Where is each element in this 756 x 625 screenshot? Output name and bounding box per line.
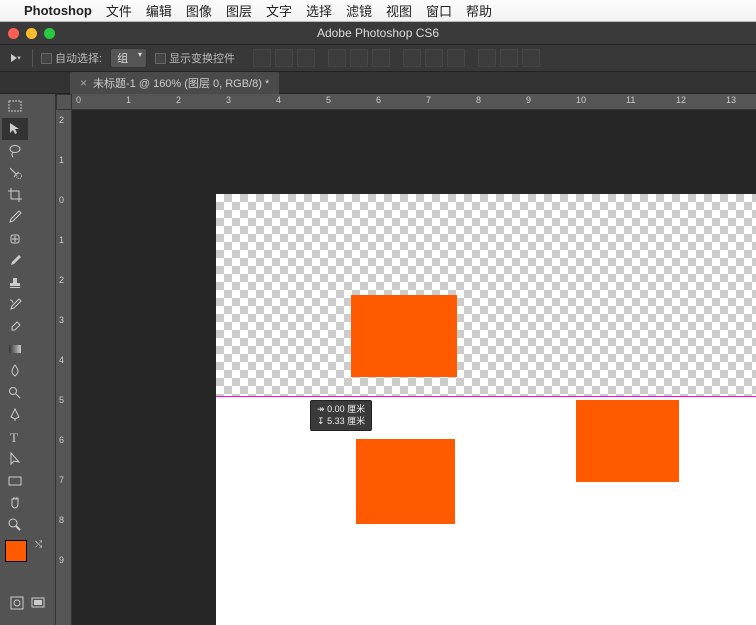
menu-edit[interactable]: 编辑 [146,1,172,20]
menu-window[interactable]: 窗口 [426,1,452,20]
svg-text:T: T [10,430,18,445]
document-tab[interactable]: × 未标题-1 @ 160% (图层 0, RGB/8) * [70,72,279,94]
distribute-vcenter-icon[interactable] [425,49,443,67]
lasso-tool-icon[interactable] [2,140,28,162]
dodge-tool-icon[interactable] [2,382,28,404]
move-tool-icon[interactable]: ▾ [8,50,24,66]
color-swatches[interactable]: ⤭ [5,540,53,580]
window-titlebar: Adobe Photoshop CS6 [0,22,756,44]
distribute-top-icon[interactable] [403,49,421,67]
gradient-tool-icon[interactable] [2,338,28,360]
transparency-layer [216,194,756,396]
shape-rect-1[interactable] [351,295,457,377]
horizontal-ruler[interactable]: 0 1 2 3 4 5 6 7 8 9 10 11 12 13 [72,94,756,110]
document-tab-bar: × 未标题-1 @ 160% (图层 0, RGB/8) * [0,72,756,94]
distribute-left-icon[interactable] [478,49,496,67]
menu-layer[interactable]: 图层 [226,1,252,20]
history-brush-tool-icon[interactable] [2,294,28,316]
foreground-swatch[interactable] [5,540,27,562]
align-distribute-group [253,49,540,67]
transform-info-tooltip: ↠ 0.00 厘米 ↧ 5.33 厘米 [310,400,372,431]
eyedropper-tool-icon[interactable] [2,206,28,228]
distribute-bottom-icon[interactable] [447,49,465,67]
swap-colors-icon[interactable]: ⤭ [35,539,42,550]
auto-select-type-select[interactable]: 组 [110,48,147,68]
vertical-ruler[interactable]: 2 1 0 1 2 3 4 5 6 7 8 9 [56,110,72,625]
menu-image[interactable]: 图像 [186,1,212,20]
quick-select-tool-icon[interactable] [2,162,28,184]
eraser-tool-icon[interactable] [2,316,28,338]
align-bottom-icon[interactable] [297,49,315,67]
stamp-tool-icon[interactable] [2,272,28,294]
align-hcenter-icon[interactable] [350,49,368,67]
screen-mode-icon[interactable] [28,594,50,612]
options-bar: ▾ 自动选择: 组 显示变换控件 [0,44,756,72]
menu-file[interactable]: 文件 [106,1,132,20]
window-title: Adobe Photoshop CS6 [317,26,439,40]
menu-help[interactable]: 帮助 [466,1,492,20]
zoom-tool-icon[interactable] [2,514,28,536]
brush-tool-icon[interactable] [2,250,28,272]
menu-type[interactable]: 文字 [266,1,292,20]
horizontal-guide[interactable] [216,396,756,397]
ruler-origin[interactable] [56,94,72,110]
blur-tool-icon[interactable] [2,360,28,382]
marquee-tool-icon[interactable] [2,96,28,118]
distribute-right-icon[interactable] [522,49,540,67]
quick-mask-icon[interactable] [6,594,28,612]
document-canvas[interactable] [216,194,756,625]
hand-tool-icon[interactable] [2,492,28,514]
shape-rect-3[interactable] [576,400,679,482]
menu-filter[interactable]: 滤镜 [346,1,372,20]
path-select-tool-icon[interactable] [2,448,28,470]
crop-tool-icon[interactable] [2,184,28,206]
distribute-hcenter-icon[interactable] [500,49,518,67]
toolbox: T ⤭ [0,94,56,625]
move-tool-icon[interactable] [2,118,28,140]
shape-rect-2[interactable] [356,439,455,524]
minimize-window-button[interactable] [26,28,37,39]
align-top-icon[interactable] [253,49,271,67]
menu-select[interactable]: 选择 [306,1,332,20]
close-window-button[interactable] [8,28,19,39]
app-name[interactable]: Photoshop [24,3,92,18]
align-left-icon[interactable] [328,49,346,67]
align-vcenter-icon[interactable] [275,49,293,67]
document-tab-title: 未标题-1 @ 160% (图层 0, RGB/8) * [93,75,269,91]
type-tool-icon[interactable]: T [2,426,28,448]
rectangle-tool-icon[interactable] [2,470,28,492]
macos-menubar: Photoshop 文件 编辑 图像 图层 文字 选择 滤镜 视图 窗口 帮助 [0,0,756,22]
healing-tool-icon[interactable] [2,228,28,250]
canvas-area[interactable]: 0 1 2 3 4 5 6 7 8 9 10 11 12 13 2 1 0 1 … [56,94,756,625]
zoom-window-button[interactable] [44,28,55,39]
show-transform-checkbox[interactable]: 显示变换控件 [155,50,235,66]
align-right-icon[interactable] [372,49,390,67]
tab-close-icon[interactable]: × [80,76,87,90]
pen-tool-icon[interactable] [2,404,28,426]
menu-view[interactable]: 视图 [386,1,412,20]
auto-select-checkbox[interactable]: 自动选择: [41,50,102,66]
